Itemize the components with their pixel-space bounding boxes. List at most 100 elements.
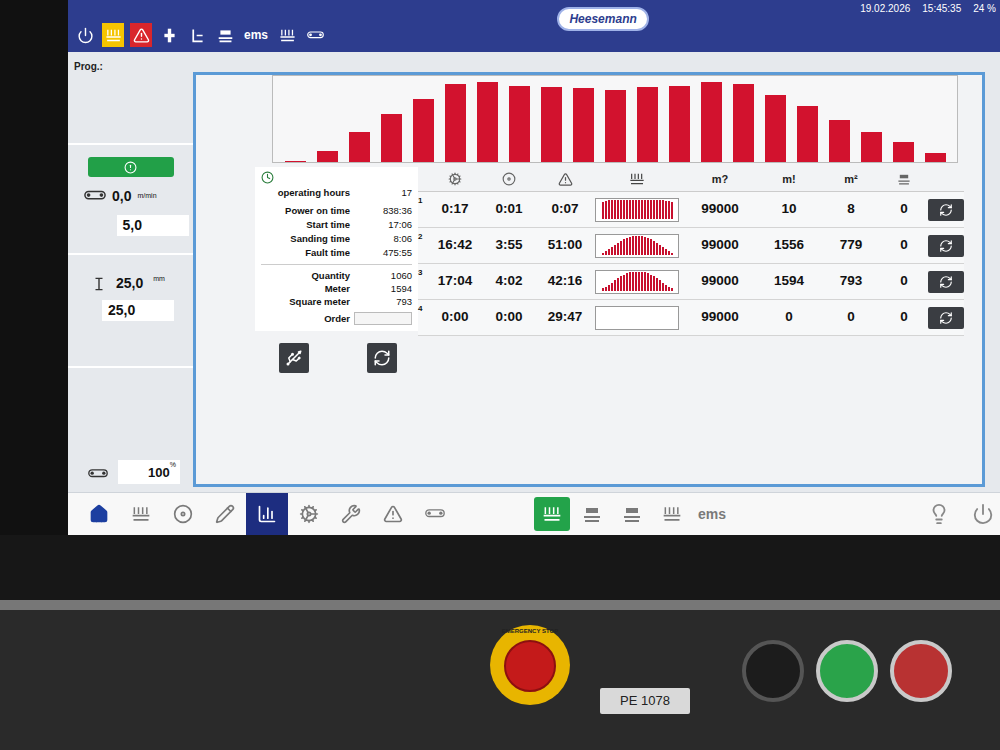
heesemann-logo: Heesemann [557,7,648,31]
profile-bar [644,200,646,219]
header-status-item[interactable] [74,23,96,47]
unit-icon [105,27,122,44]
machine-plate: PE 1078 [600,688,690,714]
unit-nav-button[interactable] [534,497,570,531]
nav-button[interactable] [204,493,246,535]
cell: 29:47 [538,307,592,327]
row-reset-button[interactable] [928,199,964,221]
unit-nav-button[interactable] [614,497,650,531]
thickness-setpoint[interactable]: 25,0 [102,300,174,321]
profile-bar [665,285,667,291]
profile-bar [668,251,670,254]
profile-bar [623,239,625,254]
chart-bar [893,142,914,162]
nav-button[interactable] [162,493,204,535]
screen-bezel [0,0,68,535]
chart-bar [477,82,498,162]
belt-icon [622,504,642,524]
cell: 0:00 [480,307,538,327]
profile-bar [602,202,604,219]
usb-export-button[interactable] [279,343,309,373]
ibeam-icon [92,277,106,291]
profile-bar [626,273,628,290]
nav-button[interactable] [288,493,330,535]
profile-bar [650,239,652,254]
profile-bar [605,287,607,291]
bulb-icon [928,503,950,525]
cell: 0 [758,307,820,327]
profile-bar [638,200,640,219]
cell: 793 [820,271,882,291]
header-time: 15:45:35 [922,1,961,16]
profile-bar [641,236,643,255]
sanding-icon [542,504,562,524]
profile-bar [614,200,616,218]
gears-icon [299,504,319,524]
header-status-item[interactable]: ems [242,23,270,47]
chart-bar [733,84,754,162]
profile-bar [611,283,613,291]
cell: 0 [882,199,926,219]
nav-button[interactable] [330,493,372,535]
reset-all-button[interactable] [367,343,397,373]
estop-label: EMERGENCY STOP [502,628,558,635]
green-button[interactable] [816,640,878,702]
row-reset-button[interactable] [928,235,964,257]
header-status-item[interactable] [304,23,326,47]
profile-bar [635,200,637,219]
profile-bar [671,253,673,255]
cell: 0:17 [430,199,480,219]
profile-bar [605,201,607,218]
feed-setpoint[interactable]: 5,0 [117,215,189,236]
header-bar: emsHeesemann19.02.202615:45:3524 % [68,0,1000,52]
nav-button[interactable] [414,493,456,535]
black-button[interactable] [742,640,804,702]
speed-field[interactable]: 100% [118,460,180,484]
cell: 42:16 [538,271,592,291]
stat-label: Quantity [261,269,350,282]
profile-bar [644,272,646,290]
header-status-item[interactable] [130,23,152,47]
nav-button[interactable] [372,493,414,535]
header-status-item[interactable] [158,23,180,47]
warning-icon [133,27,150,44]
header-status-item[interactable] [186,23,208,47]
nav-button[interactable] [926,499,952,529]
profile-bar [608,285,610,291]
nav-button[interactable] [120,493,162,535]
unit-nav-button[interactable] [654,497,690,531]
unit-nav-button[interactable] [574,497,610,531]
emergency-stop[interactable]: EMERGENCY STOP [490,625,570,705]
hood-icon [582,504,602,524]
nav-button[interactable] [970,499,996,529]
header-status-item[interactable] [102,23,124,47]
cell: 16:42 [430,235,480,255]
stat-label: Sanding time [261,232,350,246]
unit-nav-button[interactable]: ems [694,497,730,531]
row-reset-button[interactable] [928,271,964,293]
header-status-item[interactable] [214,23,236,47]
cell: 99000 [682,307,758,327]
profile-bar [635,272,637,291]
stat-label: Meter [261,282,350,295]
profile-bar [659,245,661,255]
order-field[interactable] [354,312,412,325]
refresh-icon [939,275,953,289]
profile-bar [662,283,664,291]
warning-icon [558,172,573,187]
profile-bar [638,272,640,291]
header-date: 19.02.2026 [860,1,910,16]
header-status-item[interactable] [276,23,298,47]
chart-bar [637,87,658,162]
refresh-icon [373,349,391,367]
table-row: 40:000:0029:4799000000 [418,300,964,336]
nav-button[interactable] [78,493,120,535]
stat-label: Square meter [261,295,350,308]
red-button[interactable] [890,640,952,702]
nav-button[interactable] [246,493,288,535]
profile-bar [662,200,664,218]
stat-value: 1594 [354,282,412,295]
row-reset-button[interactable] [928,307,964,329]
profile-bar [671,202,673,219]
stat-value: 1060 [354,269,412,282]
